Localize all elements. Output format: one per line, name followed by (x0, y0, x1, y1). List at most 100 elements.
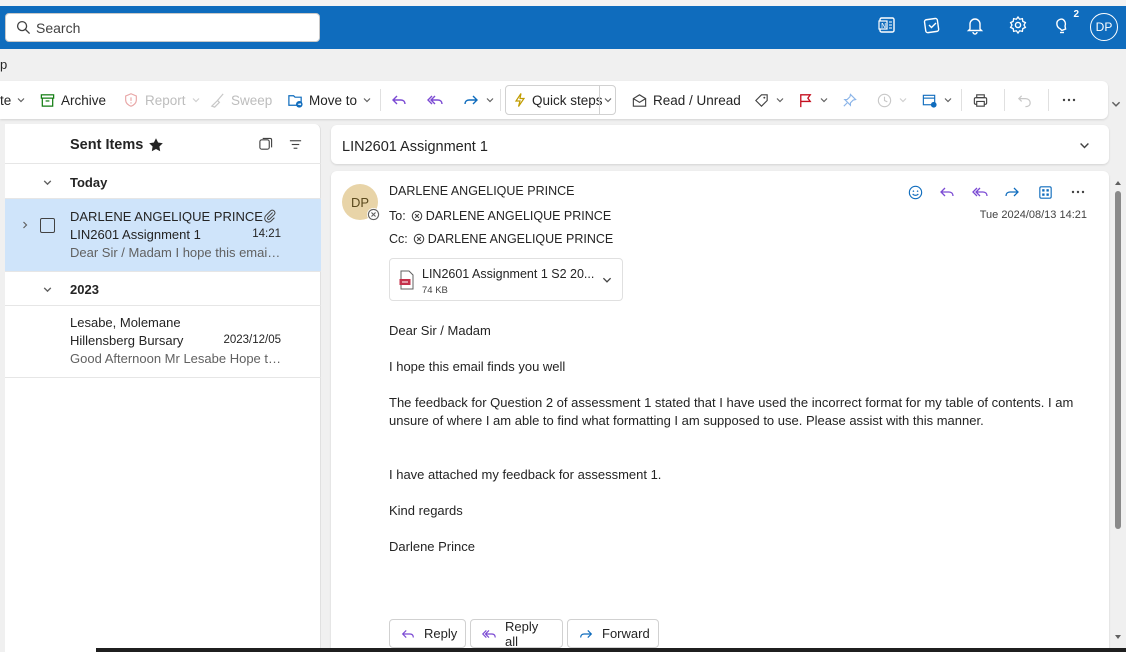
forward-toolbar-button[interactable] (462, 81, 500, 119)
chevron-down-icon (191, 95, 201, 105)
list-item[interactable]: DARLENE ANGELIQUE PRINCE LIN2601 Assignm… (5, 199, 321, 272)
lightning-icon (512, 92, 528, 108)
reading-pane: DP DARLENE ANGELIQUE PRINCE To: DARLENE … (331, 171, 1109, 652)
attachment-name: LIN2601 Assignment 1 S2 20... (422, 267, 595, 281)
lightbulb-icon[interactable]: 2 (1051, 9, 1079, 38)
read-unread-button[interactable]: Read / Unread (630, 81, 741, 119)
select-mode-icon[interactable] (257, 136, 273, 152)
chevron-down-icon (362, 95, 372, 105)
forward-button[interactable]: Forward (567, 619, 659, 648)
chevron-down-icon (775, 95, 785, 105)
group-label: Today (70, 175, 108, 190)
ribbon-separator (500, 89, 501, 111)
account-avatar[interactable]: DP (1090, 13, 1118, 41)
conversation-header: LIN2601 Assignment 1 (331, 125, 1109, 164)
group-header-today[interactable]: Today (5, 165, 321, 199)
more-horizontal-icon (1060, 91, 1078, 109)
sweep-button[interactable]: Sweep (208, 81, 272, 119)
rules-button[interactable] (920, 81, 958, 119)
group-header-2023[interactable]: 2023 (5, 272, 321, 306)
categorize-button[interactable] (752, 81, 790, 119)
quick-steps-dropdown[interactable] (599, 86, 615, 114)
forward-icon (578, 626, 594, 642)
flag-icon (796, 91, 814, 109)
message-checkbox[interactable] (40, 218, 55, 233)
reading-pane-scrollbar[interactable] (1113, 171, 1123, 652)
chevron-down-icon (16, 95, 26, 105)
archive-button[interactable]: Archive (38, 81, 106, 119)
group-label: 2023 (70, 282, 99, 297)
archive-label: Archive (61, 92, 107, 108)
conversation-subject: LIN2601 Assignment 1 (342, 139, 488, 155)
scroll-down-arrow-icon[interactable] (1114, 633, 1122, 641)
ribbon-expand-chevron-icon[interactable] (1110, 98, 1122, 110)
chevron-down-icon (42, 177, 53, 188)
delete-label: te (0, 92, 12, 108)
reply-toolbar-button[interactable] (390, 81, 413, 119)
todo-icon[interactable] (921, 14, 945, 38)
reply-all-icon[interactable] (971, 183, 989, 201)
message-sender: Lesabe, Molemane (70, 315, 181, 330)
reply-all-icon (481, 626, 497, 642)
cc-recipient[interactable]: DARLENE ANGELIQUE PRINCE (428, 232, 613, 246)
folder-title: Sent Items (70, 137, 144, 153)
notifications-badge: 2 (1073, 9, 1079, 20)
sender-name[interactable]: DARLENE ANGELIQUE PRINCE (389, 184, 574, 198)
scrollbar-thumb[interactable] (1115, 191, 1121, 529)
favorite-star-icon[interactable] (147, 136, 164, 153)
body-paragraph: The feedback for Question 2 of assessmen… (389, 395, 1074, 428)
reply-button[interactable]: Reply (389, 619, 466, 648)
reply-all-button[interactable]: Reply all (470, 619, 563, 649)
more-horizontal-icon[interactable] (1069, 183, 1087, 201)
read-unread-label: Read / Unread (653, 92, 741, 108)
message-time: 14:21 (252, 228, 281, 240)
forward-icon[interactable] (1003, 183, 1021, 201)
snooze-button[interactable] (875, 81, 913, 119)
reply-all-toolbar-button[interactable] (426, 81, 449, 119)
print-button[interactable] (971, 81, 994, 119)
broom-icon (208, 91, 226, 109)
reply-label: Reply (424, 626, 458, 641)
undo-icon (1015, 91, 1033, 109)
flag-button[interactable] (796, 81, 834, 119)
undo-button[interactable] (1015, 81, 1038, 119)
message-subject: LIN2601 Assignment 1 (70, 227, 201, 242)
body-paragraph: I have attached my feedback for assessme… (389, 467, 662, 482)
message-list-pane: Sent Items Today DARLENE ANGELIQUE PRINC… (5, 124, 321, 652)
ribbon-toolbar: te Archive Report Sweep Move to Quick st… (0, 81, 1108, 119)
ribbon-separator (1004, 89, 1005, 111)
pin-button[interactable] (840, 81, 863, 119)
to-recipient[interactable]: DARLENE ANGELIQUE PRINCE (426, 209, 611, 223)
chevron-down-icon[interactable] (601, 274, 613, 286)
chevron-right-icon[interactable] (20, 220, 30, 230)
more-options-button[interactable] (1060, 81, 1083, 119)
printer-icon (971, 91, 989, 109)
quick-steps-button[interactable]: Quick steps (505, 85, 616, 115)
presence-unknown-icon (411, 210, 423, 222)
list-item[interactable]: Lesabe, Molemane Hillensberg Bursary 202… (5, 305, 321, 378)
cc-label: Cc: (389, 232, 408, 246)
attachment-size: 74 KB (422, 285, 448, 296)
apps-grid-icon[interactable] (1036, 183, 1054, 201)
gear-icon[interactable] (1007, 14, 1031, 38)
message-sender: DARLENE ANGELIQUE PRINCE (70, 209, 263, 224)
chevron-down-icon[interactable] (1078, 139, 1091, 152)
search-box[interactable]: Search (5, 13, 320, 42)
chevron-down-icon (42, 284, 53, 295)
bell-icon[interactable] (964, 14, 988, 38)
emoji-react-icon[interactable] (906, 183, 924, 201)
ribbon-separator (380, 89, 381, 111)
scroll-up-arrow-icon[interactable] (1114, 179, 1122, 187)
tab-fragment[interactable]: p (0, 57, 7, 72)
taskbar-edge (96, 648, 1126, 652)
chevron-down-icon (898, 95, 908, 105)
reply-icon[interactable] (938, 183, 956, 201)
filter-icon[interactable] (287, 136, 303, 152)
onenote-icon[interactable]: N (876, 14, 900, 38)
move-to-button[interactable]: Move to (286, 81, 377, 119)
attachment-card[interactable]: LIN2601 Assignment 1 S2 20... 74 KB (389, 258, 623, 301)
message-preview: Good Afternoon Mr Lesabe Hope this finds… (70, 351, 283, 366)
message-time: 2023/12/05 (223, 334, 281, 346)
report-button[interactable]: Report (122, 81, 206, 119)
delete-button[interactable]: te (0, 81, 31, 119)
